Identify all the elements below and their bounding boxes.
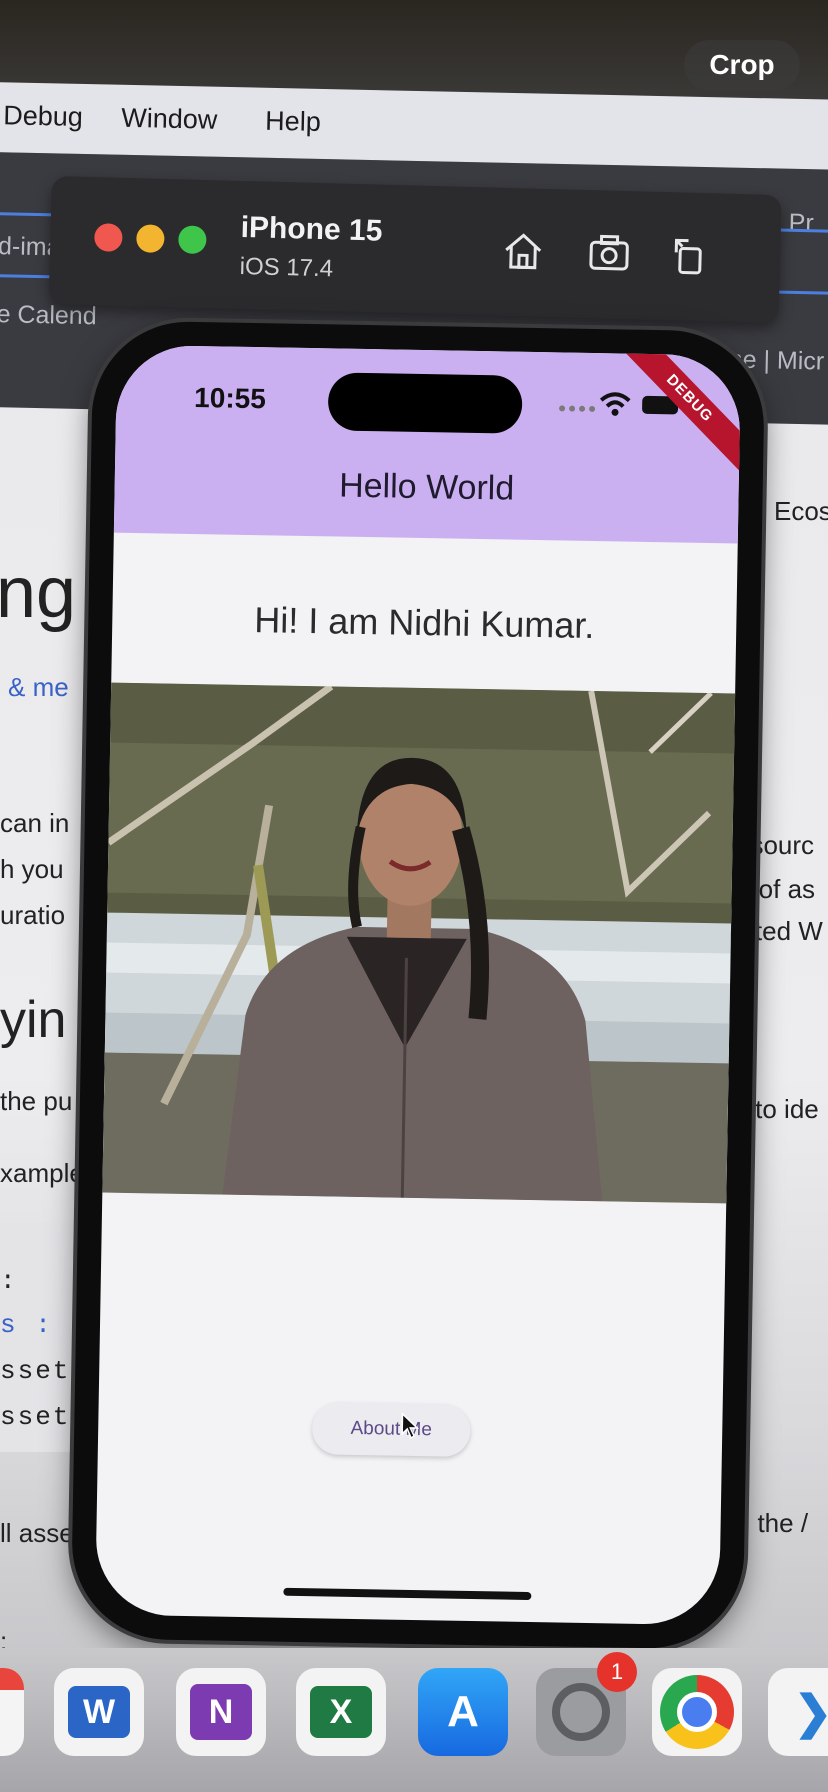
notification-badge: 1 xyxy=(597,1652,637,1692)
menu-help[interactable]: Help xyxy=(265,106,321,138)
code-line-2: s : xyxy=(0,1310,53,1340)
simulator-device-name: iPhone 15 xyxy=(240,210,383,248)
word-icon[interactable]: W xyxy=(54,1668,144,1756)
close-window-button[interactable] xyxy=(94,223,123,252)
menu-window[interactable]: Window xyxy=(121,103,218,136)
profile-photo-illustration xyxy=(102,682,736,1204)
iphone-simulator: 10:55 DEBUG Hello World Hi! I am Nidhi K… xyxy=(70,320,766,1650)
page-subheading-fragment: yin xyxy=(0,991,67,1049)
dynamic-island xyxy=(327,372,523,434)
page-text-line-2: h you xyxy=(0,854,64,884)
wifi-icon xyxy=(599,392,631,416)
crop-button[interactable]: Crop xyxy=(684,40,800,90)
screenshot-camera-icon[interactable] xyxy=(586,230,633,277)
app-store-icon[interactable]: A xyxy=(418,1668,508,1756)
status-bar-time: 10:55 xyxy=(193,382,267,415)
greeting-text: Hi! I am Nidhi Kumar. xyxy=(253,599,595,647)
page-inline-link[interactable]: pu xyxy=(43,1086,72,1116)
app-bar: 10:55 DEBUG Hello World xyxy=(113,344,742,544)
page-example-fragment: xample xyxy=(0,1158,84,1188)
mouse-pointer-icon xyxy=(401,1412,420,1440)
home-icon[interactable] xyxy=(500,228,547,275)
home-indicator[interactable] xyxy=(283,1587,532,1601)
page-link-fragment[interactable]: & me xyxy=(8,672,69,703)
page-text-line-1: can in xyxy=(0,808,70,838)
excel-icon[interactable]: X xyxy=(296,1668,386,1756)
simulator-os-version: iOS 17.4 xyxy=(239,252,334,283)
simulator-toolbar: iPhone 15 iOS 17.4 xyxy=(48,176,782,324)
phone-screen: 10:55 DEBUG Hello World Hi! I am Nidhi K… xyxy=(94,344,742,1626)
chrome-icon[interactable] xyxy=(652,1668,742,1756)
app-title: Hello World xyxy=(338,466,515,508)
page-heading-fragment: ng xyxy=(0,553,77,633)
zoom-window-button[interactable] xyxy=(178,225,207,255)
calendar-icon[interactable] xyxy=(0,1668,24,1756)
profile-photo xyxy=(102,682,736,1204)
page-text-line-4: the pu xyxy=(0,1086,73,1116)
rotate-device-icon[interactable] xyxy=(666,232,713,279)
mac-dock: W N X A ❯ xyxy=(0,1648,828,1792)
onenote-icon[interactable]: N xyxy=(176,1668,266,1756)
page-right-tab-fragment[interactable]: Ecos xyxy=(774,496,828,527)
browser-profile-fragment[interactable]: Pr xyxy=(788,209,814,239)
minimize-window-button[interactable] xyxy=(136,224,165,253)
page-bottom-left-fragment: ll asset xyxy=(0,1518,81,1548)
page-text-line-3: uratio xyxy=(0,900,66,930)
about-me-button[interactable]: About Me xyxy=(311,1402,471,1457)
code-line-1: : xyxy=(0,1266,18,1296)
menu-debug[interactable]: Debug xyxy=(3,100,83,133)
vscode-icon[interactable]: ❯ xyxy=(768,1668,828,1756)
